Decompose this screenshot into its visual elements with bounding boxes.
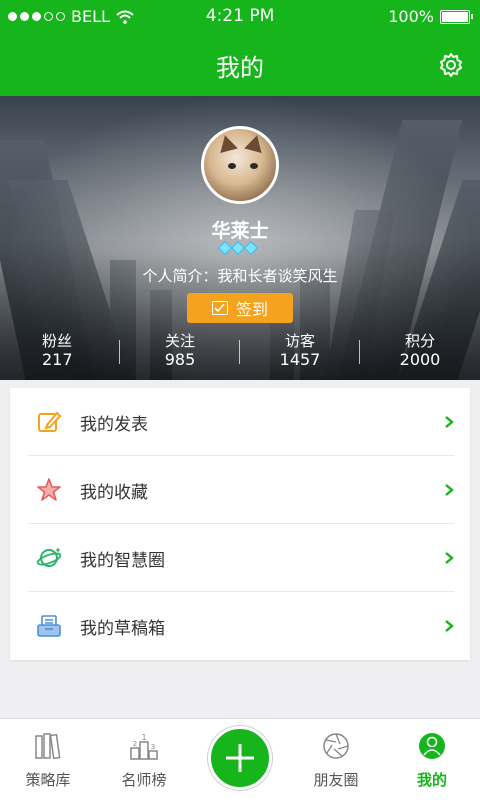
svg-text:2: 2 [133, 740, 137, 748]
menu-card: 我的发表 我的收藏 我的智慧圈 我的草稿箱 [10, 388, 470, 660]
tab-friends-circle[interactable]: 朋友圈 [288, 719, 384, 800]
stat-following[interactable]: 关注 985 [120, 330, 240, 374]
stat-label: 关注 [164, 332, 195, 350]
tab-mine[interactable]: 我的 [384, 719, 480, 800]
avatar[interactable] [201, 126, 279, 204]
tab-label: 朋友圈 [313, 771, 359, 789]
battery-percent: 100% [388, 7, 434, 26]
chevron-right-icon [445, 484, 454, 496]
battery-area: 100% [388, 7, 473, 26]
page-title: 我的 [216, 54, 264, 82]
stat-label: 积分 [404, 332, 435, 350]
diamond-badges [217, 240, 259, 256]
battery-icon [440, 9, 473, 24]
chevron-right-icon [445, 552, 454, 564]
stat-points[interactable]: 积分 2000 [360, 330, 480, 374]
pencil-icon [38, 411, 62, 432]
status-bar: BELL 4:21 PM 100% [0, 0, 480, 34]
stat-value: 985 [164, 350, 196, 369]
stat-label: 访客 [284, 332, 315, 350]
stat-value: 217 [42, 350, 73, 369]
svg-text:1: 1 [141, 733, 146, 742]
diamond-icon [243, 240, 259, 256]
checkin-icon [211, 301, 228, 315]
aperture-icon [323, 733, 349, 759]
user-icon [419, 733, 445, 759]
stat-label: 粉丝 [42, 332, 73, 350]
chevron-right-icon [445, 416, 454, 428]
menu-item-label: 我的智慧圈 [80, 550, 165, 571]
menu-item-posts[interactable]: 我的发表 [10, 388, 470, 456]
tab-teacher-ranking[interactable]: 1 2 3 名师榜 [96, 719, 192, 800]
username: 华莱士 [211, 220, 269, 242]
podium-icon: 1 2 3 [130, 733, 158, 760]
chevron-right-icon [445, 620, 454, 632]
menu-item-drafts[interactable]: 我的草稿箱 [10, 592, 470, 660]
menu-item-circle[interactable]: 我的智慧圈 [10, 524, 470, 592]
add-post-button[interactable] [208, 726, 272, 790]
tab-strategy-library[interactable]: 策略库 [0, 719, 96, 800]
checkin-label: 签到 [235, 300, 268, 319]
menu-item-label: 我的草稿箱 [80, 618, 165, 639]
star-icon [37, 478, 61, 501]
svg-text:3: 3 [151, 743, 155, 751]
menu-item-label: 我的收藏 [80, 482, 148, 503]
stat-value: 2000 [399, 350, 441, 369]
stats-row: 粉丝 217 关注 985 访客 1457 积分 2000 [0, 330, 480, 374]
profile-bio: 个人简介：我和长者谈笑风生 [142, 267, 338, 285]
tab-label: 名师榜 [121, 771, 167, 789]
nav-bar: 我的 [0, 34, 480, 96]
stat-visitors[interactable]: 访客 1457 [240, 330, 360, 374]
planet-icon [36, 548, 62, 567]
stat-fans[interactable]: 粉丝 217 [0, 330, 120, 374]
tab-label: 策略库 [25, 771, 71, 789]
books-icon [35, 733, 61, 760]
menu-item-favorites[interactable]: 我的收藏 [10, 456, 470, 524]
stat-value: 1457 [279, 350, 321, 369]
tab-label: 我的 [416, 771, 447, 789]
gear-icon[interactable] [438, 52, 464, 78]
inbox-icon [37, 615, 61, 637]
checkin-button[interactable]: 签到 [187, 293, 293, 323]
menu-item-label: 我的发表 [80, 414, 148, 435]
